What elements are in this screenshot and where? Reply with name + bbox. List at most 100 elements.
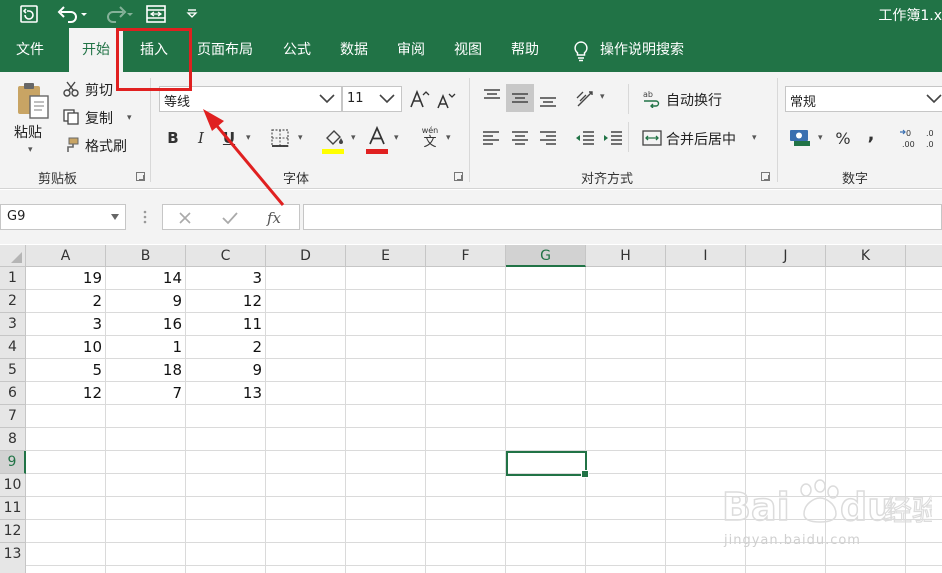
orientation-icon[interactable]	[574, 86, 598, 110]
phonetic-dropdown-arrow[interactable]: ▾	[446, 133, 451, 143]
column-header[interactable]: B	[106, 245, 186, 267]
row-header[interactable]: 7	[0, 405, 26, 428]
column-header[interactable]: H	[586, 245, 666, 267]
align-top-icon[interactable]	[481, 86, 503, 108]
insert-function-icon[interactable]: fx	[265, 208, 287, 228]
cell-b4[interactable]: 1	[106, 336, 186, 359]
name-box[interactable]: G9	[0, 204, 126, 230]
row-header[interactable]: 10	[0, 474, 26, 497]
font-color-icon[interactable]	[366, 126, 388, 148]
tab-file[interactable]: 文件	[6, 28, 54, 72]
copy-button[interactable]: 复制	[85, 108, 113, 128]
cell-a6[interactable]: 12	[26, 382, 106, 405]
paste-icon[interactable]	[12, 80, 52, 120]
row-header[interactable]: 6	[0, 382, 26, 405]
alignment-launcher-icon[interactable]	[761, 172, 770, 181]
row-header-selected[interactable]: 9	[0, 451, 26, 474]
italic-button[interactable]: I	[190, 126, 212, 150]
cell-a4[interactable]: 10	[26, 336, 106, 359]
row-header[interactable]: 4	[0, 336, 26, 359]
chevron-down-icon[interactable]	[379, 94, 395, 104]
cell-a5[interactable]: 5	[26, 359, 106, 382]
row-header[interactable]: 13	[0, 543, 26, 573]
align-center-icon[interactable]	[510, 128, 530, 148]
decrease-decimal-icon[interactable]: .0.0	[924, 126, 942, 150]
font-size-combo[interactable]: 11	[342, 86, 402, 112]
cell-b3[interactable]: 16	[106, 313, 186, 336]
tab-review[interactable]: 审阅	[387, 28, 435, 72]
tab-formulas[interactable]: 公式	[274, 28, 320, 72]
clipboard-launcher-icon[interactable]	[136, 172, 145, 181]
align-right-icon[interactable]	[538, 128, 558, 148]
merge-center-button[interactable]: 合并后居中	[666, 129, 736, 149]
cancel-icon[interactable]	[177, 210, 193, 226]
fill-color-dropdown-arrow[interactable]: ▾	[351, 133, 356, 143]
cell-c2[interactable]: 12	[186, 290, 266, 313]
formula-input[interactable]	[303, 204, 942, 230]
row-header[interactable]: 11	[0, 497, 26, 520]
percent-style-button[interactable]: %	[832, 126, 854, 150]
tab-data[interactable]: 数据	[331, 28, 377, 72]
column-header[interactable]: I	[666, 245, 746, 267]
row-header[interactable]: 8	[0, 428, 26, 451]
column-header[interactable]: C	[186, 245, 266, 267]
format-painter-button[interactable]: 格式刷	[85, 136, 127, 156]
decrease-indent-icon[interactable]	[574, 128, 596, 148]
autosave-icon[interactable]	[16, 3, 42, 25]
tab-home[interactable]: 开始	[69, 28, 123, 72]
align-middle-button[interactable]	[506, 84, 534, 112]
chevron-down-icon[interactable]	[111, 214, 119, 220]
borders-dropdown-arrow[interactable]: ▾	[298, 133, 303, 143]
cell-c5[interactable]: 9	[186, 359, 266, 382]
cell-a1[interactable]: 19	[26, 267, 106, 290]
wrap-text-button[interactable]: 自动换行	[666, 90, 722, 110]
comma-style-button[interactable]: ,	[862, 122, 880, 146]
enter-check-icon[interactable]	[221, 210, 239, 226]
fill-color-icon[interactable]	[322, 126, 346, 150]
column-header-selected[interactable]: G	[506, 245, 586, 267]
bold-button[interactable]: B	[162, 126, 184, 150]
merge-dropdown-arrow[interactable]: ▾	[752, 133, 757, 143]
align-bottom-icon[interactable]	[537, 88, 559, 110]
column-header[interactable]: J	[746, 245, 826, 267]
cell-c3[interactable]: 11	[186, 313, 266, 336]
phonetic-guide-button[interactable]: wén 文	[420, 126, 440, 152]
undo-icon[interactable]	[54, 3, 90, 25]
accounting-format-icon[interactable]	[789, 126, 813, 148]
row-header[interactable]: 12	[0, 520, 26, 543]
decrease-font-size-icon[interactable]	[434, 90, 456, 112]
font-launcher-icon[interactable]	[454, 172, 463, 181]
copy-dropdown-arrow[interactable]: ▾	[127, 113, 132, 123]
paste-dropdown-arrow[interactable]: ▾	[28, 145, 33, 155]
column-header[interactable]: D	[266, 245, 346, 267]
cell-b2[interactable]: 9	[106, 290, 186, 313]
page-layout-icon[interactable]	[144, 3, 168, 25]
row-header[interactable]: 2	[0, 290, 26, 313]
cell-b1[interactable]: 14	[106, 267, 186, 290]
borders-icon[interactable]	[270, 128, 290, 148]
tab-view[interactable]: 视图	[444, 28, 492, 72]
increase-indent-icon[interactable]	[602, 128, 624, 148]
paste-button[interactable]: 粘贴	[14, 122, 42, 142]
cell-b5[interactable]: 18	[106, 359, 186, 382]
cell-c4[interactable]: 2	[186, 336, 266, 359]
cell-a3[interactable]: 3	[26, 313, 106, 336]
column-header[interactable]: K	[826, 245, 906, 267]
redo-icon[interactable]	[100, 3, 136, 25]
underline-button[interactable]: U	[218, 126, 240, 150]
cell-c1[interactable]: 3	[186, 267, 266, 290]
accounting-dropdown-arrow[interactable]: ▾	[818, 133, 823, 143]
increase-font-size-icon[interactable]	[408, 88, 430, 110]
chevron-down-icon[interactable]	[319, 94, 335, 104]
row-header[interactable]: 3	[0, 313, 26, 336]
number-format-combo[interactable]: 常规	[785, 86, 942, 112]
cell-b6[interactable]: 7	[106, 382, 186, 405]
cut-button[interactable]: 剪切	[85, 80, 113, 100]
align-left-icon[interactable]	[481, 128, 501, 148]
column-header[interactable]: F	[426, 245, 506, 267]
column-header[interactable]: A	[26, 245, 106, 267]
font-color-dropdown-arrow[interactable]: ▾	[394, 133, 399, 143]
cell-a2[interactable]: 2	[26, 290, 106, 313]
column-header[interactable]: E	[346, 245, 426, 267]
increase-decimal-icon[interactable]: 0.00	[898, 126, 922, 150]
